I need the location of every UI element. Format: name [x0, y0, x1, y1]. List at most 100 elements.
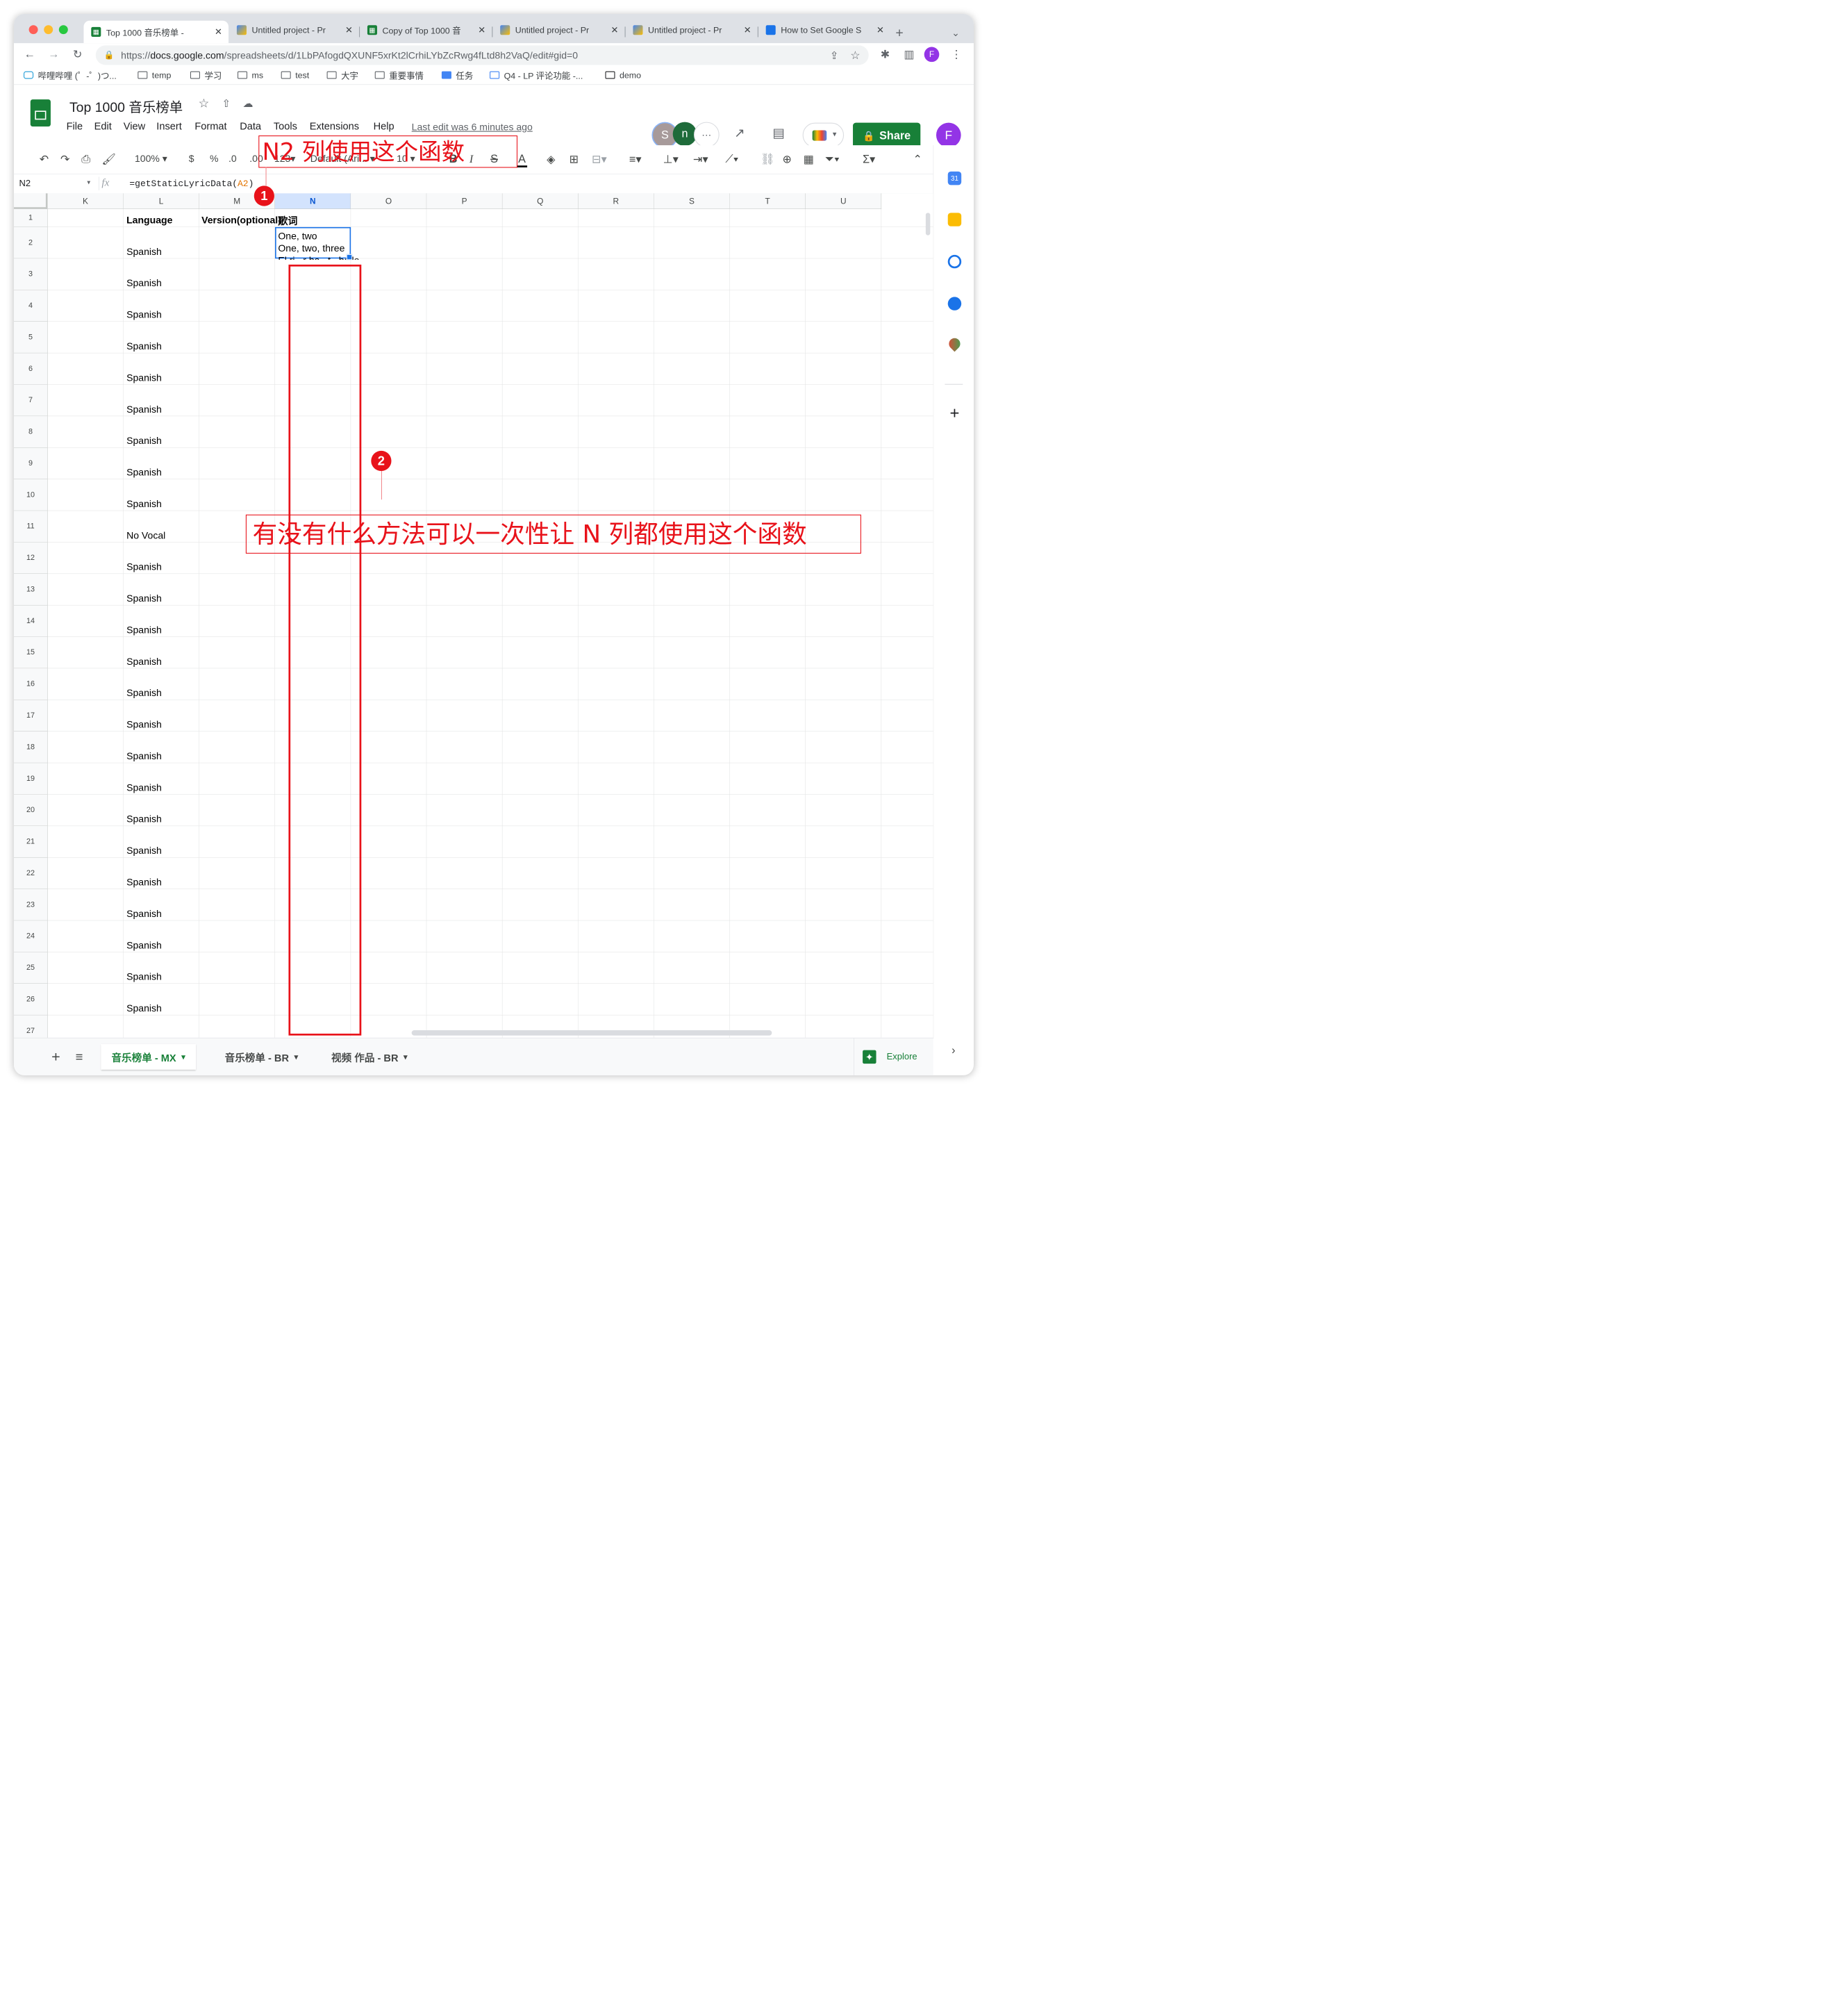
meet-button[interactable]: ▾ [802, 122, 845, 148]
bookmark-demo[interactable]: demo [605, 69, 641, 81]
row-header-15[interactable]: 15 [13, 636, 48, 669]
bookmark-dayu[interactable]: 大宇 [326, 69, 358, 81]
row-header-22[interactable]: 22 [13, 857, 48, 889]
row-header-24[interactable]: 24 [13, 920, 48, 952]
collapse-menus-icon[interactable]: ⌃ [913, 153, 922, 166]
cell-language[interactable]: Spanish [126, 1002, 162, 1014]
cell-language[interactable]: Spanish [126, 908, 162, 920]
column-header-p[interactable]: P [426, 193, 503, 209]
cell-language[interactable]: Spanish [126, 404, 162, 415]
chevron-right-icon[interactable]: › [946, 1043, 961, 1058]
close-window-button[interactable] [28, 25, 38, 35]
cell-language[interactable]: Spanish [126, 939, 162, 951]
filter-icon[interactable]: ⏷▾ [825, 153, 840, 165]
merge-cells-icon[interactable]: ⊟▾ [592, 153, 607, 166]
insert-link-icon[interactable]: ⛓ [761, 153, 775, 166]
more-collaborators-icon[interactable]: ⋯ [693, 122, 720, 148]
bookmark-temp[interactable]: temp [138, 69, 171, 81]
cell-language[interactable]: Spanish [126, 246, 162, 258]
menu-edit[interactable]: Edit [94, 120, 112, 132]
menu-view[interactable]: View [124, 120, 145, 132]
cell-language[interactable]: Spanish [126, 845, 162, 857]
bookmark-bilibili[interactable]: 哔哩哔哩 (゜-゜)つ... [24, 69, 117, 81]
undo-icon[interactable]: ↶ [40, 153, 49, 166]
close-tab-icon[interactable]: ✕ [344, 24, 354, 35]
browser-tab-2[interactable]: Untitled project - Pr ✕ [229, 21, 359, 40]
new-tab-icon[interactable]: + [892, 25, 907, 40]
maps-icon[interactable] [946, 336, 963, 352]
row-header-19[interactable]: 19 [13, 763, 48, 795]
row-header-23[interactable]: 23 [13, 889, 48, 921]
forward-icon[interactable]: → [45, 46, 62, 63]
row-header-6[interactable]: 6 [13, 353, 48, 385]
close-tab-icon[interactable]: ✕ [477, 24, 487, 35]
reload-icon[interactable]: ↻ [69, 46, 86, 63]
column-header-r[interactable]: R [578, 193, 654, 209]
column-header-q[interactable]: Q [502, 193, 579, 209]
cell-language[interactable]: Spanish [126, 687, 162, 699]
contacts-icon[interactable] [947, 297, 962, 311]
column-header-s[interactable]: S [654, 193, 730, 209]
zoom-window-button[interactable] [58, 25, 68, 35]
explore-button[interactable]: ✦ Explore [863, 1049, 917, 1066]
row-header-27[interactable]: 27 [13, 1015, 48, 1038]
comments-icon[interactable]: ▤ [767, 122, 790, 144]
account-avatar[interactable]: F [936, 122, 961, 148]
cell-language[interactable]: Spanish [126, 561, 162, 573]
back-icon[interactable]: ← [22, 46, 38, 63]
row-header-25[interactable]: 25 [13, 952, 48, 984]
insert-chart-icon[interactable]: ▦ [804, 153, 814, 166]
row-header-7[interactable]: 7 [13, 384, 48, 417]
bookmark-ms[interactable]: ms [237, 69, 263, 81]
close-tab-icon[interactable]: ✕ [213, 26, 223, 38]
insert-comment-icon[interactable]: ⊕ [782, 153, 792, 166]
star-icon[interactable]: ☆ [197, 96, 212, 111]
text-rotation-icon[interactable]: ⟋▾ [725, 153, 738, 165]
column-header-o[interactable]: O [351, 193, 427, 209]
extensions-icon[interactable]: ✱ [877, 46, 894, 63]
browser-tab-4[interactable]: Untitled project - Pr ✕ [492, 21, 624, 40]
cloud-status-icon[interactable]: ☁ [240, 96, 256, 111]
selected-cell-n2[interactable]: One, twoOne, two, threeEl ri...r ba...t.… [275, 226, 359, 261]
row-header-8[interactable]: 8 [13, 416, 48, 448]
menu-tools[interactable]: Tools [274, 120, 297, 132]
print-icon[interactable]: ⎙ [81, 153, 90, 165]
borders-icon[interactable]: ⊞ [570, 153, 579, 166]
row-header-17[interactable]: 17 [13, 700, 48, 732]
column-header-n[interactable]: N [275, 193, 351, 209]
bookmark-q4-doc[interactable]: Q4 - LP 评论功能 -... [490, 69, 583, 81]
cell-language[interactable]: Spanish [126, 435, 162, 447]
profile-avatar[interactable]: F [924, 47, 940, 63]
horizontal-scrollbar[interactable] [411, 1030, 772, 1036]
bookmark-test[interactable]: test [281, 69, 309, 81]
cell-language[interactable]: Spanish [126, 624, 162, 636]
functions-icon[interactable]: Σ▾ [863, 153, 875, 166]
add-sheet-icon[interactable]: + [47, 1048, 65, 1066]
percent-button[interactable]: % [210, 153, 218, 165]
cell-language[interactable]: Spanish [126, 309, 162, 321]
redo-icon[interactable]: ↷ [60, 153, 70, 166]
browser-tab-5[interactable]: Untitled project - Pr ✕ [626, 21, 758, 40]
sheets-logo-icon[interactable] [30, 99, 51, 127]
header-cell-language[interactable]: Language [126, 214, 172, 226]
menu-format[interactable]: Format [194, 120, 226, 132]
menu-help[interactable]: Help [374, 120, 394, 132]
activity-trend-icon[interactable]: ↗ [729, 122, 751, 144]
cell-language[interactable]: Spanish [126, 372, 162, 383]
paint-format-icon[interactable]: 🖌 [101, 153, 116, 166]
menu-file[interactable]: File [67, 120, 83, 132]
vertical-align-icon[interactable]: ⊥▾ [663, 153, 679, 166]
row-header-21[interactable]: 21 [13, 826, 48, 858]
row-header-18[interactable]: 18 [13, 731, 48, 763]
browser-tab-3[interactable]: ▦ Copy of Top 1000 音 ✕ [360, 21, 492, 40]
menu-data[interactable]: Data [240, 120, 261, 132]
cell-language[interactable]: Spanish [126, 813, 162, 825]
cell-language[interactable]: Spanish [126, 340, 162, 352]
header-cell-lyrics[interactable]: 歌词 [278, 213, 297, 227]
address-bar[interactable]: 🔒 https://docs.google.com/spreadsheets/d… [95, 45, 869, 65]
row-header-1[interactable]: 1 [13, 208, 48, 227]
name-box[interactable]: N2 ▾ [19, 179, 91, 190]
spreadsheet-grid[interactable]: K L M N O P Q R S T U 1 Language 2 Spanish 3 Spanish 4 Spa… [13, 193, 933, 1038]
header-cell-version[interactable]: Version(optional) [201, 214, 281, 226]
row-header-26[interactable]: 26 [13, 984, 48, 1016]
